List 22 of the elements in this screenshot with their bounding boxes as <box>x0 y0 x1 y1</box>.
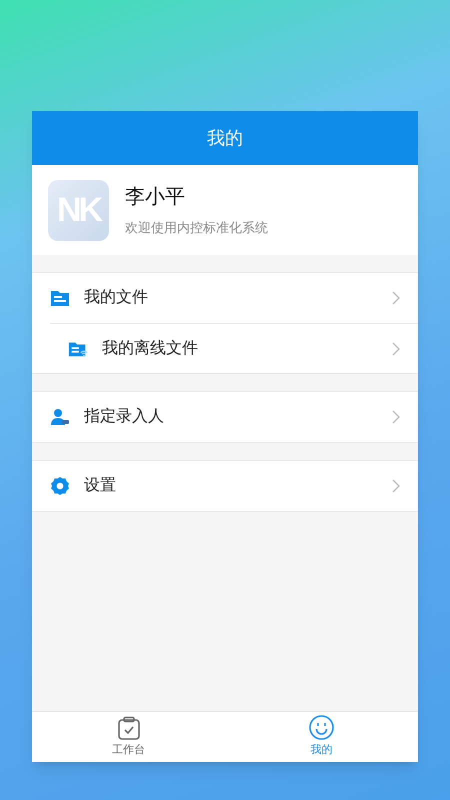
menu-item[interactable]: 指定录入人 <box>32 392 418 442</box>
menu-label: 我的离线文件 <box>102 338 199 358</box>
welcome-text: 欢迎使用内控标准化系统 <box>125 219 268 238</box>
header-title: 我的 <box>207 126 243 150</box>
user-name: 李小平 <box>125 185 186 210</box>
chevron-icon <box>392 479 400 493</box>
menu-item[interactable]: 我的文件 <box>32 273 418 323</box>
smiley-icon <box>309 715 334 740</box>
folder-icon <box>50 289 70 307</box>
chevron-icon <box>392 410 400 424</box>
person-icon <box>50 408 70 426</box>
folder-wifi-icon <box>68 340 88 358</box>
menu-label: 我的文件 <box>84 288 149 308</box>
settings-icon <box>50 476 70 496</box>
clipboard-check-icon <box>116 716 140 740</box>
menu-item[interactable]: 设置 <box>32 461 418 511</box>
tab[interactable]: 工作台 <box>32 712 225 762</box>
menu-label: 设置 <box>84 476 117 496</box>
chevron-icon <box>392 342 400 356</box>
menu-label: 指定录入人 <box>84 406 165 427</box>
menu-item[interactable]: 我的离线文件 <box>50 323 418 373</box>
chevron-icon <box>392 291 400 305</box>
